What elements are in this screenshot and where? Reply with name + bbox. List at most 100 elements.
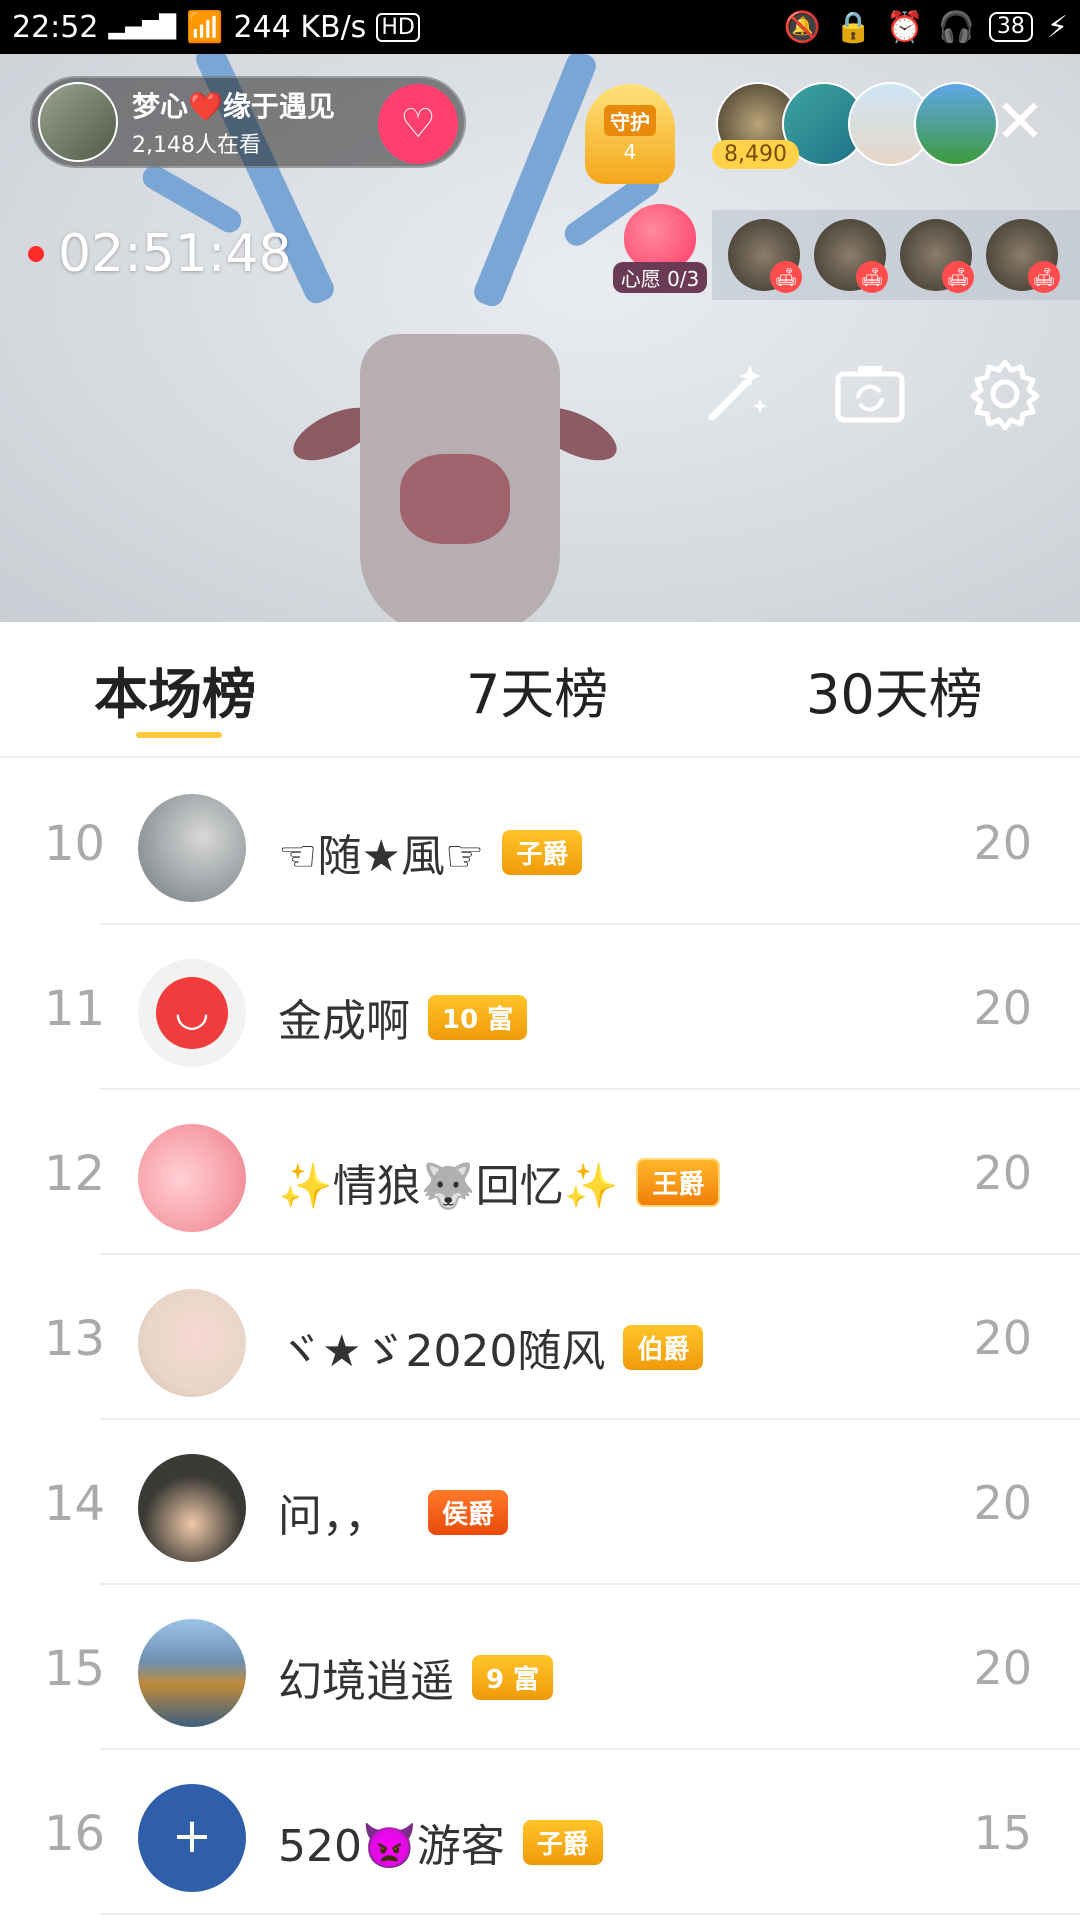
user-avatar[interactable] <box>138 794 246 902</box>
guard-count: 4 <box>623 139 637 164</box>
user-avatar[interactable] <box>138 1619 246 1727</box>
user-name: 问，， 侯爵 <box>278 1480 509 1544</box>
charging-icon: ⚡ <box>1046 9 1068 45</box>
tab-this-session[interactable]: 本场榜 <box>94 650 256 729</box>
user-avatar[interactable]: ◡ <box>138 959 246 1067</box>
ranking-row[interactable]: 12 ✨情狼🐺回忆✨ 王爵 20 <box>0 1090 1080 1255</box>
sofa-icon: 🛋 <box>856 261 888 293</box>
rank-badge: 王爵 <box>636 1157 721 1207</box>
hd-icon: HD <box>376 12 420 42</box>
host-avatar[interactable] <box>38 82 118 162</box>
rank-number: 15 <box>44 1641 106 1697</box>
user-name: 520👿游客 子爵 <box>278 1810 603 1874</box>
live-video: 梦心❤️缘于遇见 2,148人在看 ♡ 守护 4 8,490 ✕ 02:51:4… <box>0 54 1080 622</box>
ranking-row[interactable]: 16 + 520👿游客 子爵 15 <box>0 1750 1080 1915</box>
magic-wand-icon[interactable] <box>695 354 775 434</box>
mic-seats: 🛋 🛋 🛋 🛋 <box>712 210 1080 300</box>
ranking-list: 10 ☜随★風☞ 子爵 20 11 ◡ 金成啊 10 富 20 12 ✨情狼🐺回… <box>0 760 1080 1915</box>
rank-badge: 侯爵 <box>428 1489 509 1535</box>
live-timer: 02:51:48 <box>28 224 292 284</box>
score: 20 <box>973 1146 1032 1200</box>
camera-switch-icon[interactable] <box>830 354 910 434</box>
rank-number: 14 <box>44 1476 106 1532</box>
deer-nose <box>400 454 510 544</box>
ranking-row[interactable]: 13 ヾ★ゞ2020随风 伯爵 20 <box>0 1255 1080 1420</box>
ranking-tabs: 本场榜 7天榜 30天榜 <box>0 622 1080 758</box>
rank-badge: 10 富 <box>428 994 528 1040</box>
tab-30-days[interactable]: 30天榜 <box>806 650 983 729</box>
score: 20 <box>973 1476 1032 1530</box>
tab-7-days[interactable]: 7天榜 <box>466 650 608 729</box>
seat-avatar[interactable]: 🛋 <box>728 219 802 293</box>
timer-text: 02:51:48 <box>58 224 292 284</box>
user-name-text: 幻境逍遥 <box>278 1656 454 1707</box>
ranking-row[interactable]: 15 幻境逍遥 9 富 20 <box>0 1585 1080 1750</box>
user-name-text: 520👿游客 <box>278 1821 505 1872</box>
mute-icon: 🔕 <box>783 9 821 45</box>
lock-icon: 🔒 <box>834 9 873 45</box>
sofa-icon: 🛋 <box>770 261 802 293</box>
user-name-text: ☜随★風☞ <box>278 831 485 882</box>
user-avatar[interactable]: + <box>138 1784 246 1892</box>
rank-number: 10 <box>44 816 106 872</box>
active-tab-indicator <box>136 732 222 738</box>
battery-indicator: 38 <box>988 12 1033 42</box>
host-info-pill[interactable]: 梦心❤️缘于遇见 2,148人在看 ♡ <box>30 76 466 168</box>
score: 20 <box>973 816 1032 870</box>
user-name-text: ヾ★ゞ2020随风 <box>278 1326 606 1377</box>
guard-badge[interactable]: 守护 4 <box>585 84 675 184</box>
seat-avatar[interactable]: 🛋 <box>814 219 888 293</box>
user-name-text: 金成啊 <box>278 996 410 1047</box>
rank-badge: 子爵 <box>522 1819 603 1865</box>
sofa-icon: 🛋 <box>1028 261 1060 293</box>
score: 20 <box>973 1311 1032 1365</box>
alarm-icon: ⏰ <box>886 9 924 45</box>
network-speed: 244 KB/s <box>233 9 367 45</box>
status-time: 22:52 <box>12 9 99 45</box>
user-avatar[interactable] <box>138 1454 246 1562</box>
guard-label: 守护 <box>604 104 656 136</box>
user-name: ヾ★ゞ2020随风 伯爵 <box>278 1315 704 1379</box>
divider <box>100 1913 1080 1915</box>
rank-badge: 子爵 <box>502 829 583 875</box>
rank-number: 13 <box>44 1311 106 1367</box>
rank-number: 11 <box>44 981 106 1037</box>
rank-badge: 伯爵 <box>623 1324 704 1370</box>
audience-score: 8,490 <box>712 140 799 169</box>
seat-avatar[interactable]: 🛋 <box>986 219 1060 293</box>
viewer-count: 2,148人在看 <box>132 133 261 158</box>
recording-dot-icon <box>28 246 44 262</box>
status-bar: 22:52 ▂▄▆█ 📶 244 KB/s HD 🔕 🔒 ⏰ 🎧 38 ⚡ <box>0 0 1080 54</box>
rank-number: 16 <box>44 1806 106 1862</box>
deer-antler <box>470 54 600 310</box>
rank-number: 12 <box>44 1146 106 1202</box>
score: 20 <box>973 981 1032 1035</box>
audience-avatar[interactable] <box>914 82 998 166</box>
seat-avatar[interactable]: 🛋 <box>900 219 974 293</box>
user-avatar[interactable] <box>138 1124 246 1232</box>
close-icon[interactable]: ✕ <box>990 92 1050 154</box>
user-name: ✨情狼🐺回忆✨ 王爵 <box>278 1150 721 1214</box>
user-name-text: ✨情狼🐺回忆✨ <box>278 1161 619 1212</box>
wish-label: 心愿 0/3 <box>612 262 708 293</box>
wish-button[interactable]: 心愿 0/3 <box>610 204 710 314</box>
ranking-row[interactable]: 14 问，， 侯爵 20 <box>0 1420 1080 1585</box>
ranking-row[interactable]: 10 ☜随★風☞ 子爵 20 <box>0 760 1080 925</box>
follow-heart-button[interactable]: ♡ <box>378 84 458 164</box>
user-avatar[interactable] <box>138 1289 246 1397</box>
rank-badge: 9 富 <box>472 1654 554 1700</box>
user-name-text: 问，， <box>278 1491 388 1542</box>
wifi-icon: 📶 <box>186 9 224 45</box>
score: 15 <box>973 1806 1032 1860</box>
user-name: 幻境逍遥 9 富 <box>278 1645 554 1709</box>
signal-icon: ▂▄▆█ <box>108 14 177 40</box>
user-name: 金成啊 10 富 <box>278 985 528 1049</box>
wish-heart-icon <box>624 204 696 270</box>
ranking-row[interactable]: 11 ◡ 金成啊 10 富 20 <box>0 925 1080 1090</box>
host-name: 梦心❤️缘于遇见 <box>132 90 335 123</box>
settings-gear-icon[interactable] <box>965 354 1045 434</box>
score: 20 <box>973 1641 1032 1695</box>
headphones-icon: 🎧 <box>937 9 975 45</box>
sofa-icon: 🛋 <box>942 261 974 293</box>
user-name: ☜随★風☞ 子爵 <box>278 820 583 884</box>
